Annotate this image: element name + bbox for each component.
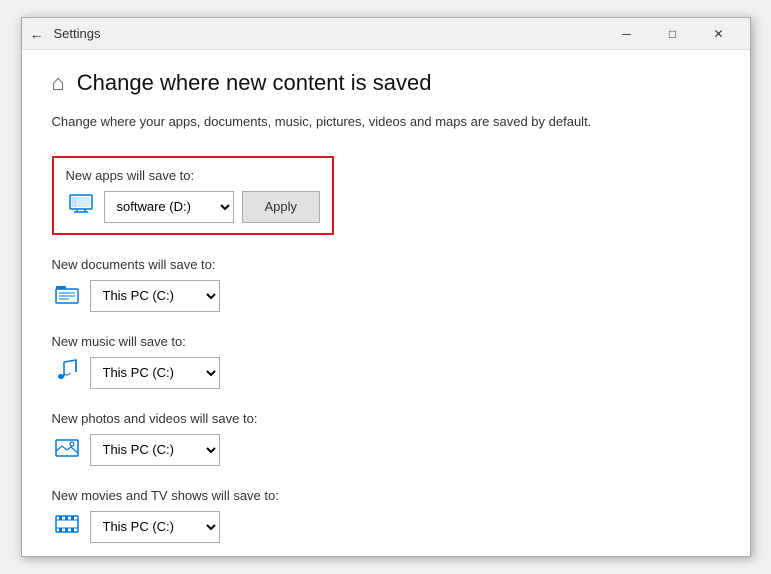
apps-apply-button[interactable]: Apply [242, 191, 321, 223]
photos-icon [52, 437, 82, 463]
apps-row: This PC (C:) software (D:) Apply [66, 191, 321, 223]
music-section: New music will save to: This PC (C:) sof… [52, 334, 720, 389]
movies-icon [52, 514, 82, 540]
apps-label: New apps will save to: [66, 168, 321, 183]
home-icon: ⌂ [52, 70, 65, 96]
photos-section: New photos and videos will save to: This… [52, 411, 720, 466]
documents-icon [52, 282, 82, 310]
documents-section: New documents will save to: This PC (C:)… [52, 257, 720, 312]
page-header: ⌂ Change where new content is saved [52, 70, 720, 96]
music-label: New music will save to: [52, 334, 720, 349]
page-title: Change where new content is saved [77, 70, 432, 96]
apps-dropdown[interactable]: This PC (C:) software (D:) [104, 191, 234, 223]
window-title: Settings [54, 26, 604, 41]
maximize-button[interactable]: □ [650, 18, 696, 50]
music-dropdown[interactable]: This PC (C:) software (D:) [90, 357, 220, 389]
page-description: Change where your apps, documents, music… [52, 112, 720, 132]
music-icon [52, 358, 82, 388]
documents-label: New documents will save to: [52, 257, 720, 272]
documents-dropdown[interactable]: This PC (C:) software (D:) [90, 280, 220, 312]
photos-dropdown[interactable]: This PC (C:) software (D:) [90, 434, 220, 466]
settings-window: ← Settings ─ □ ✕ ⌂ Change where new cont… [21, 17, 751, 557]
movies-dropdown[interactable]: This PC (C:) software (D:) [90, 511, 220, 543]
apps-section-highlighted: New apps will save to: This PC (C:) [52, 156, 335, 235]
photos-row: This PC (C:) software (D:) [52, 434, 720, 466]
window-controls: ─ □ ✕ [604, 18, 742, 50]
back-button[interactable]: ← [30, 26, 44, 42]
movies-label: New movies and TV shows will save to: [52, 488, 720, 503]
minimize-button[interactable]: ─ [604, 18, 650, 50]
title-bar: ← Settings ─ □ ✕ [22, 18, 750, 50]
photos-label: New photos and videos will save to: [52, 411, 720, 426]
movies-section: New movies and TV shows will save to: [52, 488, 720, 543]
movies-row: This PC (C:) software (D:) [52, 511, 720, 543]
computer-icon [66, 194, 96, 220]
close-button[interactable]: ✕ [696, 18, 742, 50]
content-area: ⌂ Change where new content is saved Chan… [22, 50, 750, 556]
documents-row: This PC (C:) software (D:) [52, 280, 720, 312]
music-row: This PC (C:) software (D:) [52, 357, 720, 389]
